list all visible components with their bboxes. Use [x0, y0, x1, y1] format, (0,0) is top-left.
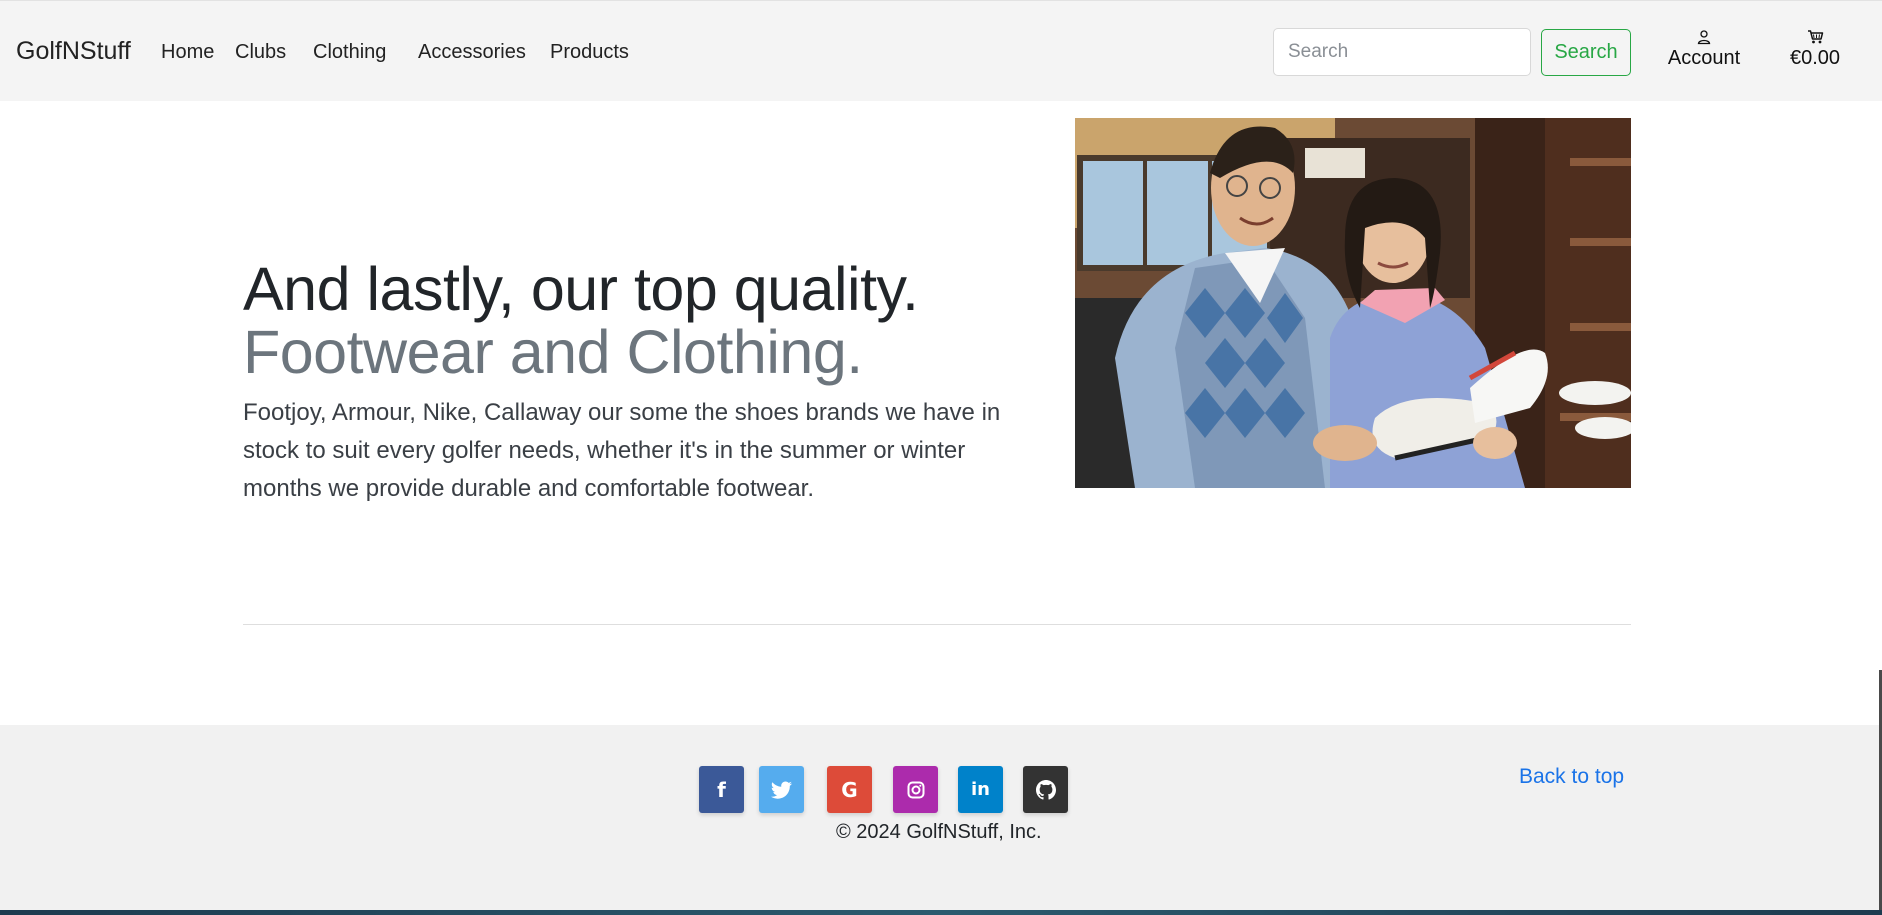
- nav-clothing-link[interactable]: Clothing: [313, 41, 386, 64]
- nav-products-link[interactable]: Products: [550, 41, 629, 64]
- google-icon[interactable]: G: [827, 766, 872, 813]
- search-button[interactable]: Search: [1541, 29, 1631, 76]
- cart-icon: [1807, 30, 1823, 44]
- brand-logo[interactable]: GolfNStuff: [16, 37, 131, 66]
- feature-heading-muted: Footwear and Clothing.: [243, 318, 863, 386]
- instagram-icon[interactable]: [893, 766, 938, 813]
- feature-text: And lastly, our top quality. Footwear an…: [243, 258, 1023, 508]
- github-octocat-icon: [1035, 779, 1056, 800]
- footwear-photo: [1075, 118, 1631, 488]
- feature-heading-main: And lastly, our top quality.: [243, 255, 919, 323]
- linkedin-icon[interactable]: in: [958, 766, 1003, 813]
- account-link[interactable]: Account: [1667, 29, 1741, 70]
- taskbar-edge: [0, 910, 1882, 915]
- twitter-icon[interactable]: [759, 766, 804, 813]
- person-icon: [1697, 30, 1711, 45]
- cart-total: €0.00: [1789, 47, 1841, 69]
- footer: f G in Back to top © 2024 GolfNStuff, In…: [0, 725, 1882, 915]
- cart-link[interactable]: €0.00: [1786, 29, 1844, 70]
- nav-home-link[interactable]: Home: [161, 41, 214, 64]
- search-input[interactable]: [1273, 28, 1531, 76]
- github-icon[interactable]: [1023, 766, 1068, 813]
- section-divider: [243, 624, 1631, 625]
- account-label: Account: [1667, 47, 1741, 69]
- instagram-camera-icon: [907, 781, 924, 798]
- navbar: GolfNStuff Home Clubs Clothing Accessori…: [0, 0, 1882, 101]
- feature-heading: And lastly, our top quality. Footwear an…: [243, 258, 1023, 384]
- feature-lead: Footjoy, Armour, Nike, Callaway our some…: [243, 399, 1001, 502]
- nav-clubs-link[interactable]: Clubs: [235, 41, 286, 64]
- twitter-bird-icon: [770, 781, 792, 799]
- nav-accessories-link[interactable]: Accessories: [418, 41, 526, 64]
- back-to-top-link[interactable]: Back to top: [1519, 765, 1624, 789]
- copyright-text: © 2024 GolfNStuff, Inc.: [836, 821, 1042, 843]
- shop-scene-image: [1075, 118, 1631, 488]
- facebook-icon[interactable]: f: [699, 766, 744, 813]
